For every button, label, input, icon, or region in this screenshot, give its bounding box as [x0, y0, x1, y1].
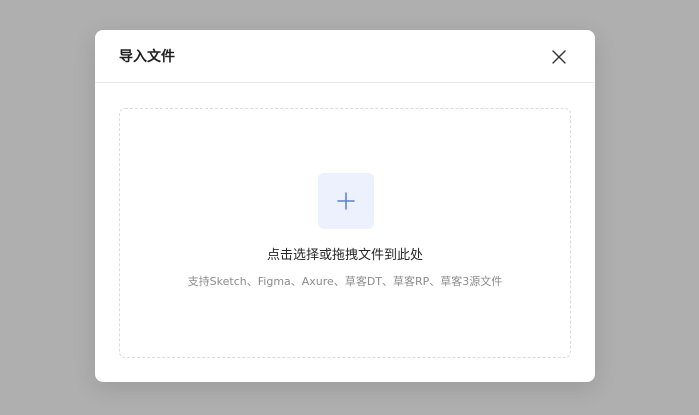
supported-formats-text: 支持Sketch、Figma、Axure、草客DT、草客RP、草客3源文件 — [187, 275, 503, 288]
add-file-button[interactable] — [318, 173, 374, 229]
dialog-title: 导入文件 — [119, 49, 175, 65]
import-file-dialog: 导入文件 点击选择或拖拽文件到此处 支持Sketch、Figma、Axure、草… — [95, 30, 595, 382]
close-button[interactable] — [547, 45, 571, 69]
file-dropzone[interactable]: 点击选择或拖拽文件到此处 支持Sketch、Figma、Axure、草客DT、草… — [119, 108, 571, 358]
plus-icon — [337, 192, 355, 210]
dialog-header: 导入文件 — [95, 30, 595, 83]
dropzone-instruction: 点击选择或拖拽文件到此处 — [266, 248, 423, 263]
close-icon — [552, 50, 566, 64]
